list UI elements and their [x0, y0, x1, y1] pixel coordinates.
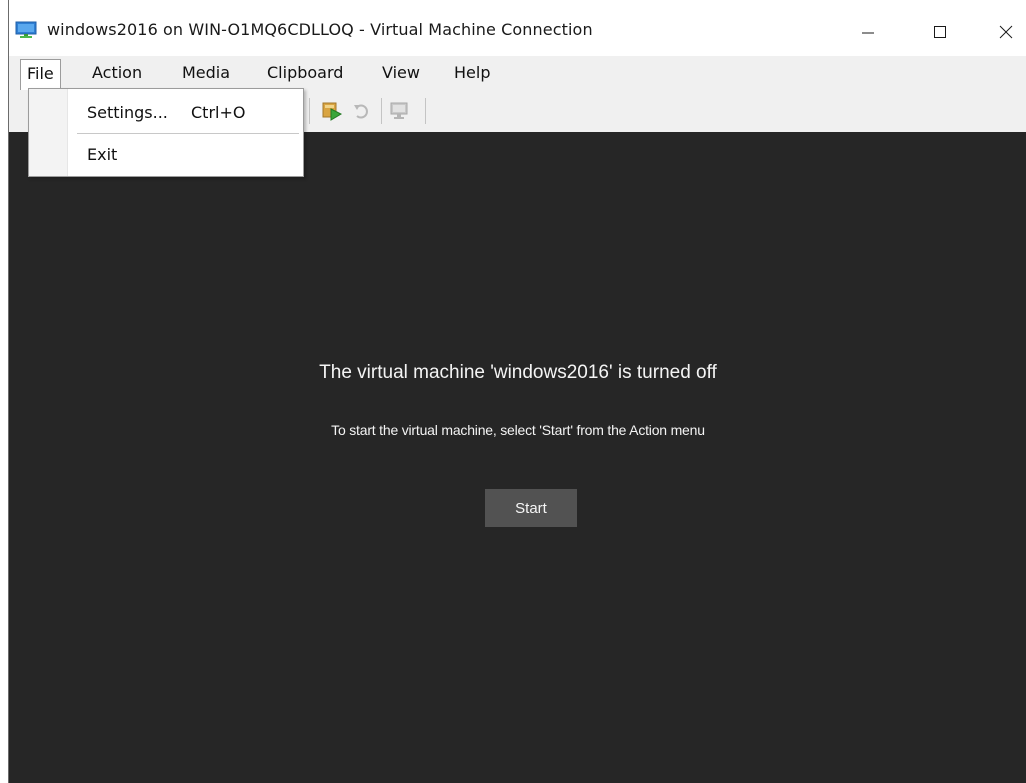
- menu-file[interactable]: File: [20, 59, 61, 90]
- menu-item-label: Settings...: [87, 103, 168, 122]
- window-title: windows2016 on WIN-O1MQ6CDLLOQ - Virtual…: [47, 20, 593, 39]
- menu-action[interactable]: Action: [86, 59, 148, 87]
- toolbar-separator: [309, 98, 310, 124]
- maximize-icon: [934, 26, 946, 38]
- vm-display-area: The virtual machine 'windows2016' is tur…: [9, 132, 1026, 783]
- toolbar-separator: [425, 98, 426, 124]
- minimize-button[interactable]: [845, 14, 891, 50]
- menu-item-shortcut: Ctrl+O: [191, 103, 246, 122]
- close-button[interactable]: [985, 14, 1026, 50]
- menu-clipboard[interactable]: Clipboard: [261, 59, 349, 87]
- title-bar[interactable]: windows2016 on WIN-O1MQ6CDLLOQ - Virtual…: [9, 0, 1026, 56]
- vm-monitor-icon: [15, 21, 37, 38]
- enhanced-session-icon[interactable]: [389, 100, 411, 122]
- menu-item-exit[interactable]: Exit: [29, 141, 303, 171]
- maximize-button[interactable]: [917, 14, 963, 50]
- start-button[interactable]: Start: [485, 489, 577, 527]
- menu-item-label: Exit: [87, 145, 118, 164]
- revert-icon[interactable]: [351, 100, 373, 122]
- vm-status-instructions: To start the virtual machine, select 'St…: [331, 422, 705, 438]
- start-vm-icon[interactable]: [321, 100, 343, 122]
- menu-help[interactable]: Help: [448, 59, 496, 87]
- vm-status-heading: The virtual machine 'windows2016' is tur…: [319, 362, 717, 383]
- menu-separator: [77, 133, 299, 134]
- close-icon: [999, 25, 1013, 39]
- toolbar-separator: [381, 98, 382, 124]
- minimize-icon: [862, 32, 874, 34]
- menu-view[interactable]: View: [376, 59, 426, 87]
- menu-media[interactable]: Media: [176, 59, 236, 87]
- menu-bar: File Action Media Clipboard View Help: [9, 56, 1026, 90]
- menu-item-settings[interactable]: Settings... Ctrl+O: [29, 99, 303, 129]
- file-menu-dropdown: Settings... Ctrl+O Exit: [28, 88, 304, 177]
- vm-connection-window: windows2016 on WIN-O1MQ6CDLLOQ - Virtual…: [8, 0, 1026, 783]
